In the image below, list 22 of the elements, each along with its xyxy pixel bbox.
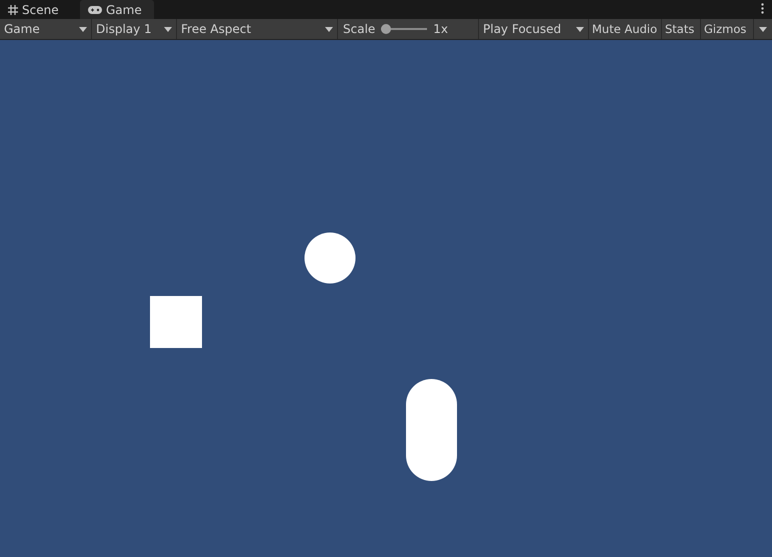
mute-audio-button[interactable]: Mute Audio [589, 19, 662, 39]
scale-slider-thumb[interactable] [381, 24, 392, 34]
more-icon[interactable] [761, 3, 764, 14]
tab[interactable]: Game [80, 0, 154, 19]
tab[interactable]: Scene [0, 0, 80, 19]
caret-icon [759, 26, 767, 32]
scale-label: Scale [343, 22, 376, 36]
grid-icon [8, 4, 18, 14]
scale-value: 1x [433, 22, 448, 36]
stats-button[interactable]: Stats [662, 19, 701, 39]
caret-icon [576, 26, 584, 32]
circle-sprite [304, 232, 356, 284]
aspect-dropdown[interactable]: Free Aspect [177, 19, 338, 39]
play-mode-dropdown[interactable]: Play Focused [479, 19, 589, 39]
caret-icon [79, 26, 87, 32]
gamepad-icon [88, 6, 102, 14]
caret-icon [164, 26, 172, 32]
view-dropdown[interactable]: Game [0, 19, 92, 39]
gizmos-button[interactable]: Gizmos [701, 19, 754, 39]
display-dropdown[interactable]: Display 1 [92, 19, 177, 39]
caret-icon [325, 26, 333, 32]
square-sprite [150, 296, 202, 348]
